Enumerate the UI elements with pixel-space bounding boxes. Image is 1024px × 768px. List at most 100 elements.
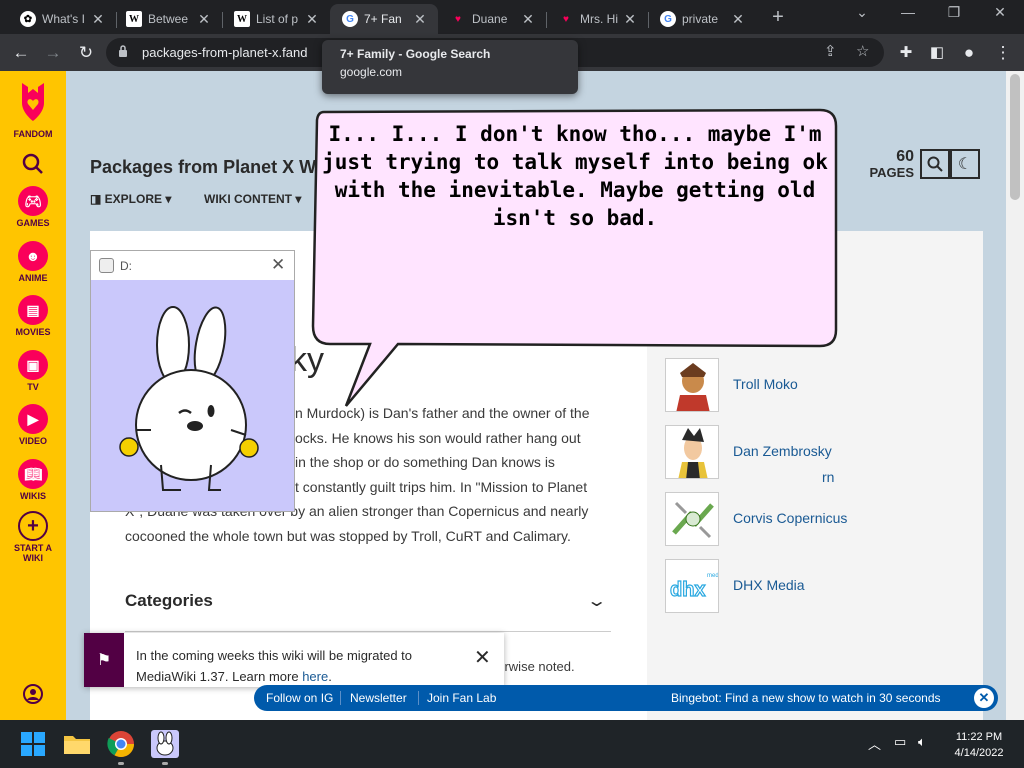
tab-whats[interactable]: ✿ What's I ✕	[8, 4, 116, 34]
divider	[125, 631, 611, 632]
speech-bubble-text: I... I... I don't know tho... maybe I'm …	[322, 120, 828, 232]
side-panel-icon[interactable]: ◧	[924, 40, 950, 66]
desktop-pet-app-icon[interactable]	[149, 728, 181, 760]
rail-label: VIDEO	[18, 436, 47, 446]
speech-bubble: I... I... I don't know tho... maybe I'm …	[310, 106, 840, 412]
share-icon[interactable]: ⇪	[824, 42, 837, 60]
windows-start-icon[interactable]	[17, 728, 49, 760]
pet-titlebar[interactable]: D: ✕	[91, 251, 294, 280]
desktop-pet-window[interactable]: D: ✕	[90, 250, 295, 512]
page-scrollbar[interactable]	[1006, 71, 1024, 720]
rail-item-movies[interactable]: ▤ MOVIES	[0, 295, 66, 337]
chrome-icon[interactable]	[105, 728, 137, 760]
bookmark-star-icon[interactable]: ☆	[856, 42, 869, 60]
notice-body: In the coming weeks this wiki will be mi…	[136, 648, 413, 684]
fandom-logo[interactable]: FANDOM	[0, 79, 66, 139]
categories-heading[interactable]: Categories	[125, 591, 213, 611]
bingebot-promo[interactable]: Bingebot: Find a new show to watch in 30…	[671, 691, 941, 705]
fan-feed-bar: Follow on IG Newsletter Join Fan Lab Bin…	[254, 685, 998, 711]
tab-label: List of p	[256, 12, 299, 26]
rail-item-video[interactable]: ▶ VIDEO	[0, 404, 66, 446]
newsletter-link[interactable]: Newsletter	[350, 691, 407, 705]
related-item[interactable]: Corvis Copernicus	[665, 492, 965, 548]
close-icon[interactable]: ✕	[474, 645, 491, 670]
restore-icon[interactable]: ❐	[934, 4, 974, 21]
tab-7-family[interactable]: G 7+ Fan ✕	[330, 4, 438, 34]
close-tab-icon[interactable]: ✕	[412, 11, 428, 28]
notice-link[interactable]: here	[302, 669, 328, 684]
close-tab-icon[interactable]: ✕	[90, 11, 106, 28]
search-icon	[927, 156, 943, 172]
rail-user[interactable]	[0, 683, 66, 707]
movies-icon: ▤	[18, 295, 48, 325]
close-tab-icon[interactable]: ✕	[304, 11, 320, 28]
close-tab-icon[interactable]: ✕	[730, 11, 746, 28]
flag-icon: ⚑	[84, 633, 124, 687]
wiki-content-menu[interactable]: WIKI CONTENT ▾	[204, 192, 301, 206]
related-item[interactable]: Dan Zembrosky	[665, 425, 965, 481]
system-clock[interactable]: 11:22 PM 4/14/2022	[946, 729, 1012, 761]
tab-search-icon[interactable]: ⌄	[842, 4, 882, 21]
related-name: Dan Zembrosky	[733, 443, 832, 459]
pet-canvas	[91, 280, 294, 511]
explore-book-icon: ◨	[90, 192, 105, 206]
rail-start-a-wiki[interactable]: + START A WIKI	[0, 511, 66, 563]
article-line: cocooned the whole town but was stopped …	[125, 527, 571, 544]
wikis-book-icon: 📖︎	[18, 459, 48, 489]
tab-between[interactable]: W Betwee ✕	[114, 4, 222, 34]
tab-list-of[interactable]: W List of p ✕	[222, 4, 330, 34]
chevron-down-icon[interactable]: ⌄	[586, 591, 607, 611]
divider	[418, 691, 419, 705]
follow-on-ig-link[interactable]: Follow on IG	[266, 691, 333, 705]
page-count-number: 60	[896, 148, 914, 165]
clock-date: 4/14/2022	[954, 747, 1004, 759]
running-indicator	[118, 762, 124, 765]
rail-item-games[interactable]: 🎮︎ GAMES	[0, 186, 66, 228]
forward-icon[interactable]: →	[40, 40, 66, 66]
display-icon[interactable]: ▭	[894, 734, 906, 750]
rail-item-wikis[interactable]: 📖︎ WIKIS	[0, 459, 66, 501]
menu-kebab-icon[interactable]: ⋮	[990, 40, 1016, 66]
rail-search[interactable]	[0, 153, 66, 177]
close-tab-icon[interactable]: ✕	[520, 11, 536, 28]
related-item[interactable]: media dhx DHX Media	[665, 559, 965, 615]
new-tab-icon[interactable]: +	[766, 6, 790, 29]
profile-icon[interactable]: ●	[956, 40, 982, 66]
fandom-global-nav: FANDOM 🎮︎ GAMES ☻ ANIME ▤ MOVIES ▣ TV ▶ …	[0, 71, 66, 720]
close-icon[interactable]: ✕	[974, 688, 994, 708]
wikipedia-icon: W	[126, 11, 142, 27]
scrollbar-thumb[interactable]	[1010, 74, 1020, 200]
pet-app-icon	[99, 258, 114, 273]
explore-menu[interactable]: ◨ EXPLORE ▾	[90, 192, 171, 206]
chevron-up-icon[interactable]: ︿	[868, 734, 881, 753]
tab-label: What's I	[42, 12, 85, 26]
notice-text: In the coming weeks this wiki will be mi…	[136, 645, 466, 687]
wiki-search-button[interactable]	[920, 149, 950, 179]
close-tab-icon[interactable]: ✕	[622, 11, 638, 28]
close-icon[interactable]: ✕	[271, 255, 285, 275]
google-icon: G	[660, 11, 676, 27]
extensions-icon[interactable]: ✚	[893, 40, 919, 66]
speech-line: just trying to talk myself into being ok	[322, 150, 828, 174]
rail-label: START A	[14, 543, 52, 553]
tab-mrs-hi[interactable]: ♥ Mrs. Hi ✕	[546, 4, 648, 34]
close-window-icon[interactable]: ✕	[980, 4, 1020, 21]
file-explorer-icon[interactable]	[61, 728, 93, 760]
join-fan-lab-link[interactable]: Join Fan Lab	[427, 691, 496, 705]
tab-private[interactable]: G private ✕	[648, 4, 756, 34]
reload-icon[interactable]: ↻	[73, 40, 99, 66]
tab-label: Duane	[472, 12, 508, 26]
caret-down-icon: ▾	[162, 192, 172, 206]
rail-item-tv[interactable]: ▣ TV	[0, 350, 66, 392]
volume-icon[interactable]: 🔈︎	[918, 734, 926, 750]
wiki-name[interactable]: Packages from Planet X W	[90, 157, 316, 178]
tab-duane[interactable]: ♥ Duane ✕	[438, 4, 546, 34]
rail-label: ANIME	[18, 273, 48, 283]
rail-item-anime[interactable]: ☻ ANIME	[0, 241, 66, 283]
minimize-icon[interactable]: —	[888, 4, 928, 20]
related-name: Corvis Copernicus	[733, 510, 848, 526]
theme-toggle-button[interactable]: ☾	[950, 149, 980, 179]
close-tab-icon[interactable]: ✕	[196, 11, 212, 28]
fandom-icon: ♥	[455, 13, 461, 25]
back-icon[interactable]: ←	[8, 40, 34, 66]
